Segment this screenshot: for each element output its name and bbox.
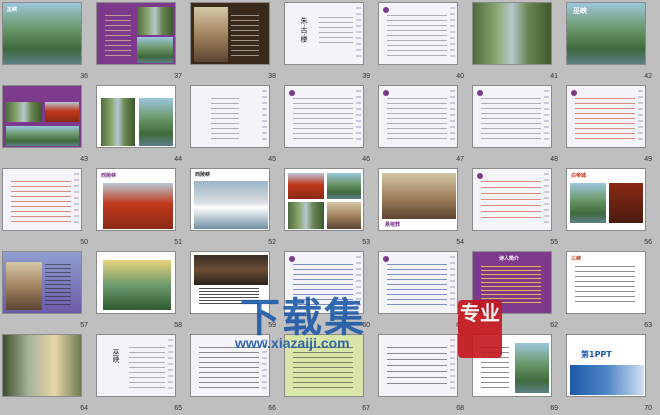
slide-number: 40 <box>456 73 464 80</box>
slide-title: 西陵峡 <box>101 173 117 179</box>
slide-thumbnail[interactable]: 三峡 63 <box>564 249 658 332</box>
slide-title: 巫峡 <box>7 7 18 13</box>
slide-thumbnail[interactable]: 悬棺葬 54 <box>376 166 470 249</box>
slide-number: 54 <box>456 239 464 246</box>
slide-thumbnail[interactable]: 44 <box>94 83 188 166</box>
slide-number: 39 <box>362 73 370 80</box>
slide-thumbnail[interactable]: 46 <box>282 83 376 166</box>
slide-number: 55 <box>550 239 558 246</box>
slide-number: 52 <box>268 239 276 246</box>
slide-number: 37 <box>174 73 182 80</box>
slide-thumbnail[interactable]: 55 <box>470 166 564 249</box>
slide-thumbnail[interactable]: 西陵峡 52 <box>188 166 282 249</box>
slide-number: 50 <box>80 239 88 246</box>
slide-thumbnail[interactable]: 43 <box>0 83 94 166</box>
slide-title: 三峡 <box>571 256 582 262</box>
slide-thumbnail[interactable]: 61 <box>376 249 470 332</box>
slide-thumbnail[interactable]: 68 <box>376 332 470 415</box>
slide-number: 67 <box>362 405 370 412</box>
slide-title: 诗人简介 <box>499 256 520 262</box>
slide-thumbnail[interactable]: 50 <box>0 166 94 249</box>
watermark-url: www.xiazaiji.com <box>235 335 350 351</box>
watermark-badge: 专业 <box>458 300 502 358</box>
slide-thumbnail[interactable]: 53 <box>282 166 376 249</box>
slide-thumbnail[interactable]: 47 <box>376 83 470 166</box>
slide-thumbnail[interactable]: 第1PPT 70 <box>564 332 658 415</box>
slide-thumbnail[interactable]: 40 <box>376 0 470 83</box>
slide-thumbnail[interactable]: 58 <box>94 249 188 332</box>
slide-title: 悬棺葬 <box>385 222 401 228</box>
slide-thumbnail[interactable]: 41 <box>470 0 564 83</box>
slide-title: 巫峡 <box>112 349 120 363</box>
slide-number: 64 <box>80 405 88 412</box>
slide-thumbnail[interactable]: 朱·古·楼 39 <box>282 0 376 83</box>
slide-thumbnail[interactable]: 45 <box>188 83 282 166</box>
slide-title: 第1PPT <box>581 350 612 359</box>
slide-title: 白帝城 <box>571 173 587 179</box>
slide-number: 69 <box>550 405 558 412</box>
slide-number: 56 <box>644 239 652 246</box>
slide-sorter-grid: 巫峡 36 37 38 朱·古·楼 39 40 41 巫峡 42 43 44 4… <box>0 0 660 415</box>
slide-thumbnail[interactable]: 48 <box>470 83 564 166</box>
slide-number: 65 <box>174 405 182 412</box>
slide-thumbnail[interactable]: 巫峡 36 <box>0 0 94 83</box>
slide-number: 58 <box>174 322 182 329</box>
slide-number: 70 <box>644 405 652 412</box>
slide-thumbnail[interactable]: 49 <box>564 83 658 166</box>
slide-number: 43 <box>80 156 88 163</box>
slide-number: 57 <box>80 322 88 329</box>
slide-thumbnail[interactable]: 38 <box>188 0 282 83</box>
slide-number: 41 <box>550 73 558 80</box>
slide-number: 49 <box>644 156 652 163</box>
slide-thumbnail[interactable]: 白帝城 56 <box>564 166 658 249</box>
slide-number: 38 <box>268 73 276 80</box>
slide-number: 53 <box>362 239 370 246</box>
slide-thumbnail[interactable]: 西陵峡 51 <box>94 166 188 249</box>
slide-title: 朱·古·楼 <box>300 17 308 43</box>
slide-title: 巫峡 <box>573 7 587 15</box>
slide-title: 西陵峡 <box>195 172 211 178</box>
slide-number: 44 <box>174 156 182 163</box>
slide-number: 51 <box>174 239 182 246</box>
slide-number: 46 <box>362 156 370 163</box>
slide-thumbnail[interactable]: 37 <box>94 0 188 83</box>
slide-number: 45 <box>268 156 276 163</box>
slide-number: 47 <box>456 156 464 163</box>
slide-number: 68 <box>456 405 464 412</box>
slide-number: 36 <box>80 73 88 80</box>
slide-thumbnail[interactable]: 64 <box>0 332 94 415</box>
slide-number: 42 <box>644 73 652 80</box>
slide-number: 62 <box>550 322 558 329</box>
slide-thumbnail[interactable]: 巫峡 42 <box>564 0 658 83</box>
slide-thumbnail[interactable]: 57 <box>0 249 94 332</box>
slide-thumbnail[interactable]: 巫峡 65 <box>94 332 188 415</box>
slide-number: 63 <box>644 322 652 329</box>
slide-number: 66 <box>268 405 276 412</box>
slide-number: 48 <box>550 156 558 163</box>
